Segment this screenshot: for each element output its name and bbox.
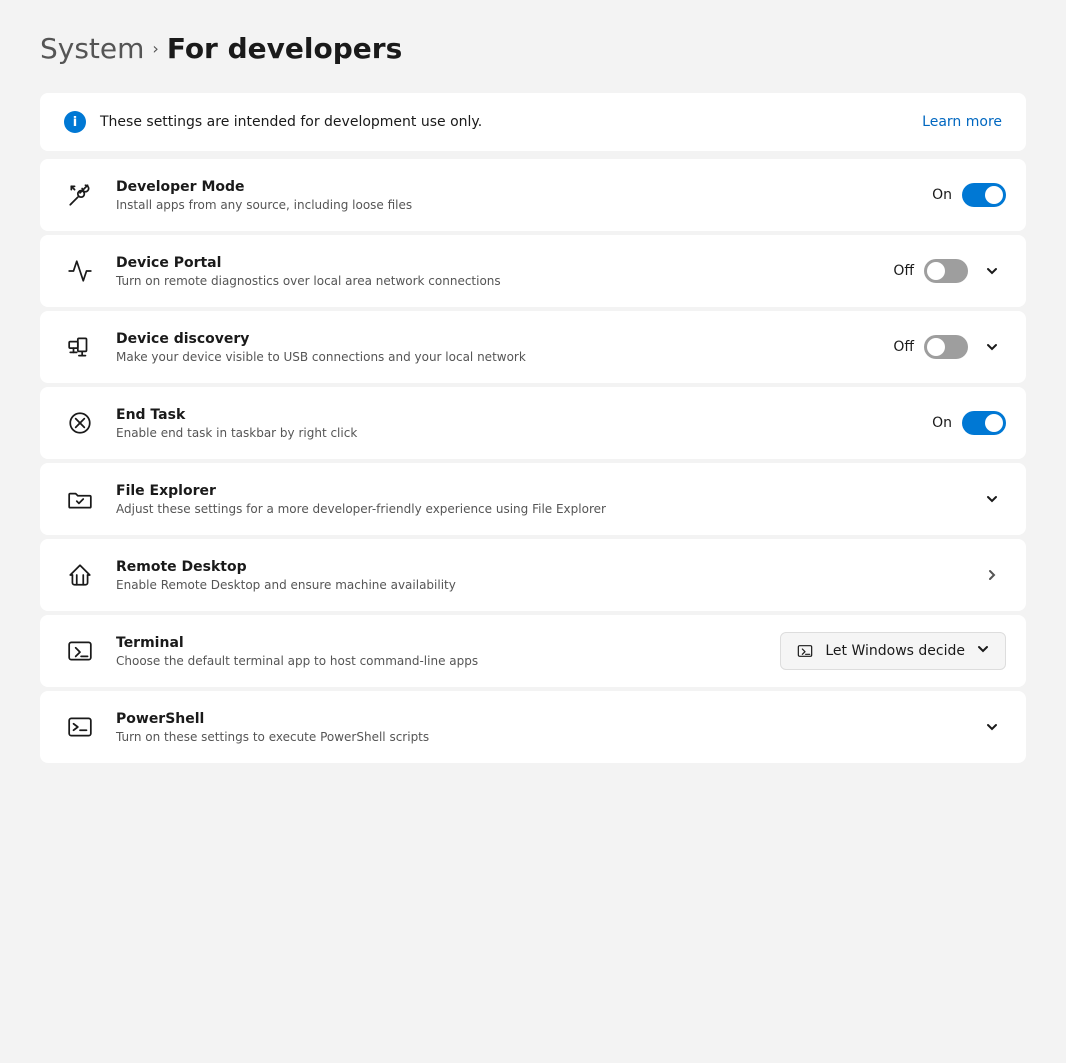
setting-info-powershell: PowerShell Turn on these settings to exec… xyxy=(116,711,962,744)
info-banner: i These settings are intended for develo… xyxy=(40,93,1026,151)
info-banner-text: These settings are intended for developm… xyxy=(100,114,482,130)
setting-info-file-explorer: File Explorer Adjust these settings for a… xyxy=(116,483,962,516)
expand-btn-powershell[interactable] xyxy=(978,713,1006,741)
learn-more-link[interactable]: Learn more xyxy=(922,114,1002,130)
setting-desc-remote-desktop: Enable Remote Desktop and ensure machine… xyxy=(116,578,962,592)
setting-row-end-task: End Task Enable end task in taskbar by ri… xyxy=(40,387,1026,459)
dropdown-terminal[interactable]: Let Windows decide xyxy=(780,632,1006,670)
setting-title-end-task: End Task xyxy=(116,407,916,423)
setting-desc-powershell: Turn on these settings to execute PowerS… xyxy=(116,730,962,744)
setting-control-end-task: On xyxy=(932,411,1006,435)
setting-title-remote-desktop: Remote Desktop xyxy=(116,559,962,575)
chevron-down-btn-device-discovery[interactable] xyxy=(978,333,1006,361)
toggle-label-end-task: On xyxy=(932,415,952,431)
setting-row-terminal: Terminal Choose the default terminal app … xyxy=(40,615,1026,687)
setting-control-device-discovery: Off xyxy=(893,333,1006,361)
navigate-btn-remote-desktop[interactable] xyxy=(978,561,1006,589)
info-banner-left: i These settings are intended for develo… xyxy=(64,111,482,133)
powershell-icon xyxy=(60,707,100,747)
setting-control-terminal: Let Windows decide xyxy=(780,632,1006,670)
setting-row-remote-desktop: Remote Desktop Enable Remote Desktop and … xyxy=(40,539,1026,611)
info-icon: i xyxy=(64,111,86,133)
setting-desc-developer-mode: Install apps from any source, including … xyxy=(116,198,916,212)
toggle-end-task[interactable] xyxy=(962,411,1006,435)
setting-row-developer-mode: Developer Mode Install apps from any sour… xyxy=(40,159,1026,231)
terminal-dropdown-icon xyxy=(795,641,815,661)
setting-control-file-explorer xyxy=(978,485,1006,513)
setting-desc-device-portal: Turn on remote diagnostics over local ar… xyxy=(116,274,877,288)
device-discovery-icon xyxy=(60,327,100,367)
terminal-icon xyxy=(60,631,100,671)
toggle-device-portal[interactable] xyxy=(924,259,968,283)
setting-title-terminal: Terminal xyxy=(116,635,764,651)
breadcrumb-current: For developers xyxy=(167,32,402,65)
setting-desc-device-discovery: Make your device visible to USB connecti… xyxy=(116,350,877,364)
dropdown-label-terminal: Let Windows decide xyxy=(825,643,965,659)
setting-info-end-task: End Task Enable end task in taskbar by ri… xyxy=(116,407,916,440)
toggle-developer-mode[interactable] xyxy=(962,183,1006,207)
remote-icon xyxy=(60,555,100,595)
toggle-device-discovery[interactable] xyxy=(924,335,968,359)
setting-title-device-discovery: Device discovery xyxy=(116,331,877,347)
setting-info-device-portal: Device Portal Turn on remote diagnostics … xyxy=(116,255,877,288)
breadcrumb: System › For developers xyxy=(40,32,1026,65)
tools-icon xyxy=(60,175,100,215)
toggle-label-developer-mode: On xyxy=(932,187,952,203)
end-task-icon xyxy=(60,403,100,443)
setting-info-terminal: Terminal Choose the default terminal app … xyxy=(116,635,764,668)
toggle-label-device-discovery: Off xyxy=(893,339,914,355)
setting-info-device-discovery: Device discovery Make your device visible… xyxy=(116,331,877,364)
setting-control-developer-mode: On xyxy=(932,183,1006,207)
setting-desc-terminal: Choose the default terminal app to host … xyxy=(116,654,764,668)
setting-row-device-portal: Device Portal Turn on remote diagnostics … xyxy=(40,235,1026,307)
setting-info-developer-mode: Developer Mode Install apps from any sour… xyxy=(116,179,916,212)
setting-title-developer-mode: Developer Mode xyxy=(116,179,916,195)
setting-title-powershell: PowerShell xyxy=(116,711,962,727)
activity-icon xyxy=(60,251,100,291)
setting-desc-end-task: Enable end task in taskbar by right clic… xyxy=(116,426,916,440)
setting-row-file-explorer: File Explorer Adjust these settings for a… xyxy=(40,463,1026,535)
setting-control-device-portal: Off xyxy=(893,257,1006,285)
setting-desc-file-explorer: Adjust these settings for a more develop… xyxy=(116,502,962,516)
chevron-down-btn-device-portal[interactable] xyxy=(978,257,1006,285)
setting-title-device-portal: Device Portal xyxy=(116,255,877,271)
folder-icon xyxy=(60,479,100,519)
toggle-label-device-portal: Off xyxy=(893,263,914,279)
dropdown-chevron-icon xyxy=(975,641,991,661)
breadcrumb-system[interactable]: System xyxy=(40,32,144,65)
setting-row-powershell: PowerShell Turn on these settings to exec… xyxy=(40,691,1026,763)
setting-control-powershell xyxy=(978,713,1006,741)
setting-info-remote-desktop: Remote Desktop Enable Remote Desktop and … xyxy=(116,559,962,592)
setting-row-device-discovery: Device discovery Make your device visible… xyxy=(40,311,1026,383)
settings-list: Developer Mode Install apps from any sour… xyxy=(40,159,1026,763)
setting-control-remote-desktop xyxy=(978,561,1006,589)
breadcrumb-chevron-icon: › xyxy=(152,39,158,58)
expand-btn-file-explorer[interactable] xyxy=(978,485,1006,513)
setting-title-file-explorer: File Explorer xyxy=(116,483,962,499)
